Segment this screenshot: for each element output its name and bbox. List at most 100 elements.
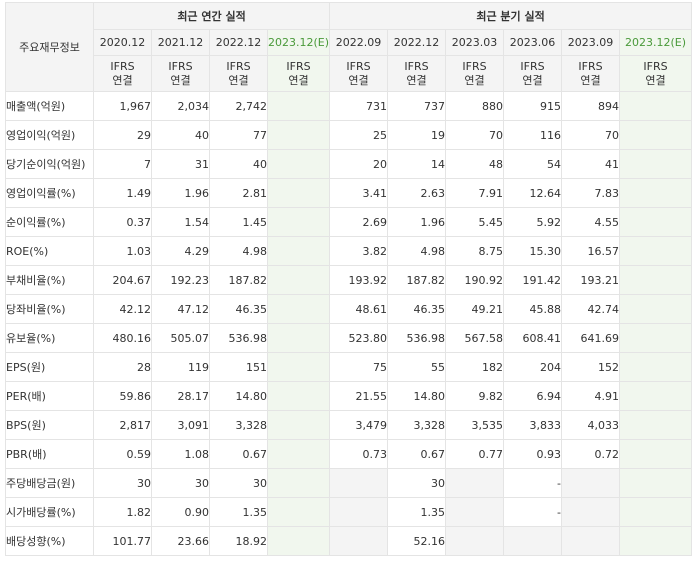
table-cell: 42.74 (561, 294, 621, 324)
table-cell: 29 (93, 120, 152, 150)
table-cell: 1.45 (209, 207, 268, 237)
table-cell: 101.77 (93, 526, 152, 556)
table-cell: 30 (93, 468, 152, 498)
table-cell: 536.98 (209, 323, 268, 353)
row-label: 배당성향(%) (5, 526, 94, 556)
table-cell: 14.80 (209, 381, 268, 411)
table-cell: 9.82 (445, 381, 505, 411)
table-cell: 1,967 (93, 91, 152, 121)
table-row: ROE(%) 1.03 4.29 4.98 3.82 4.98 8.75 15.30 16.57 (5, 236, 693, 266)
standard-label: IFRS (110, 59, 135, 73)
table-cell: 1.49 (93, 178, 152, 208)
table-cell (619, 497, 693, 527)
table-row: 영업이익(억원) 29 40 77 25 19 70 116 70 (5, 120, 693, 150)
table-cell: 31 (151, 149, 210, 179)
table-cell: 2,742 (209, 91, 268, 121)
period-header: 2021.12 (151, 29, 210, 56)
table-cell: 49.21 (445, 294, 505, 324)
table-cell (561, 468, 621, 498)
table-row: 주당배당금(원) 30 30 30 30- (5, 468, 693, 498)
table-cell: 30 (387, 468, 447, 498)
table-cell: 480.16 (93, 323, 152, 353)
table-cell: 4.29 (151, 236, 210, 266)
table-cell: 41 (561, 149, 621, 179)
row-label: 시가배당률(%) (5, 497, 94, 527)
table-cell: 2,034 (151, 91, 210, 121)
table-cell: 7.83 (561, 178, 621, 208)
table-row: 시가배당률(%) 1.82 0.90 1.35 1.35- (5, 497, 693, 527)
table-cell: 4,033 (561, 410, 621, 440)
table-cell (329, 526, 389, 556)
standard-label: IFRS (578, 59, 603, 73)
table-cell: 737 (387, 91, 447, 121)
table-cell: 47.12 (151, 294, 210, 324)
table-row: 순이익률(%) 0.37 1.54 1.45 2.69 1.96 5.45 5.92 4.55 (5, 207, 693, 237)
table-cell: 5.45 (445, 207, 505, 237)
table-cell: 40 (209, 149, 268, 179)
table-cell: 182 (445, 352, 505, 382)
table-cell (445, 497, 505, 527)
table-cell (266, 439, 331, 469)
table-cell: 28 (93, 352, 152, 382)
table-cell: 3,091 (151, 410, 210, 440)
table-row: 배당성향(%) 101.77 23.66 18.92 52.16 (5, 526, 693, 556)
table-cell (266, 497, 331, 527)
table-cell: 193.92 (329, 265, 389, 295)
header-group-row: 주요재무정보 최근 연간 실적 최근 분기 실적 (5, 2, 693, 92)
quarter-group-header: 최근 분기 실적 (329, 2, 693, 30)
table-cell: 4.55 (561, 207, 621, 237)
table-cell: 204 (503, 352, 563, 382)
table-cell: 1.03 (93, 236, 152, 266)
table-cell (619, 323, 693, 353)
standard-label: IFRS (168, 59, 193, 73)
table-cell: 0.77 (445, 439, 505, 469)
table-cell (266, 294, 331, 324)
row-label: 매출액(억원) (5, 91, 94, 121)
table-cell: 204.67 (93, 265, 152, 295)
standard-label: IFRS (404, 59, 429, 73)
accounting-standard-header: IFRS 연결 (266, 55, 331, 92)
row-label: 영업이익(억원) (5, 120, 94, 150)
standard-label: IFRS (286, 59, 311, 73)
table-cell (561, 497, 621, 527)
table-cell (266, 352, 331, 382)
table-cell (266, 468, 331, 498)
table-cell: 915 (503, 91, 563, 121)
table-cell: 608.41 (503, 323, 563, 353)
table-cell (619, 120, 693, 150)
row-label: EPS(원) (5, 352, 94, 382)
accounting-standard-header: IFRS 연결 (561, 55, 621, 92)
consolidation-label: 연결 (645, 73, 666, 87)
table-row: 매출액(억원) 1,967 2,034 2,742 731 737 880 915 894 (5, 91, 693, 121)
table-cell: 15.30 (503, 236, 563, 266)
item-column-header: 주요재무정보 (5, 2, 94, 92)
table-cell: 4.98 (209, 236, 268, 266)
row-label: 순이익률(%) (5, 207, 94, 237)
table-cell (619, 265, 693, 295)
table-cell: 75 (329, 352, 389, 382)
consolidation-label: 연결 (580, 73, 601, 87)
table-cell: 12.64 (503, 178, 563, 208)
table-cell: 3,479 (329, 410, 389, 440)
table-cell: 0.67 (387, 439, 447, 469)
table-cell: 45.88 (503, 294, 563, 324)
table-cell (445, 468, 505, 498)
table-cell: 40 (151, 120, 210, 150)
table-cell: 21.55 (329, 381, 389, 411)
accounting-standard-header: IFRS 연결 (503, 55, 563, 92)
table-cell: - (503, 468, 563, 498)
table-cell: 1.08 (151, 439, 210, 469)
consolidation-label: 연결 (170, 73, 191, 87)
table-cell: - (503, 497, 563, 527)
period-header: 2020.12 (93, 29, 152, 56)
table-cell: 6.94 (503, 381, 563, 411)
table-cell: 20 (329, 149, 389, 179)
table-cell: 3,535 (445, 410, 505, 440)
standard-label: IFRS (226, 59, 251, 73)
table-cell: 1.54 (151, 207, 210, 237)
table-cell (619, 352, 693, 382)
table-cell: 1.35 (387, 497, 447, 527)
table-cell: 28.17 (151, 381, 210, 411)
table-cell (266, 410, 331, 440)
table-row: 유보율(%) 480.16 505.07 536.98 523.80 536.98 567.… (5, 323, 693, 353)
